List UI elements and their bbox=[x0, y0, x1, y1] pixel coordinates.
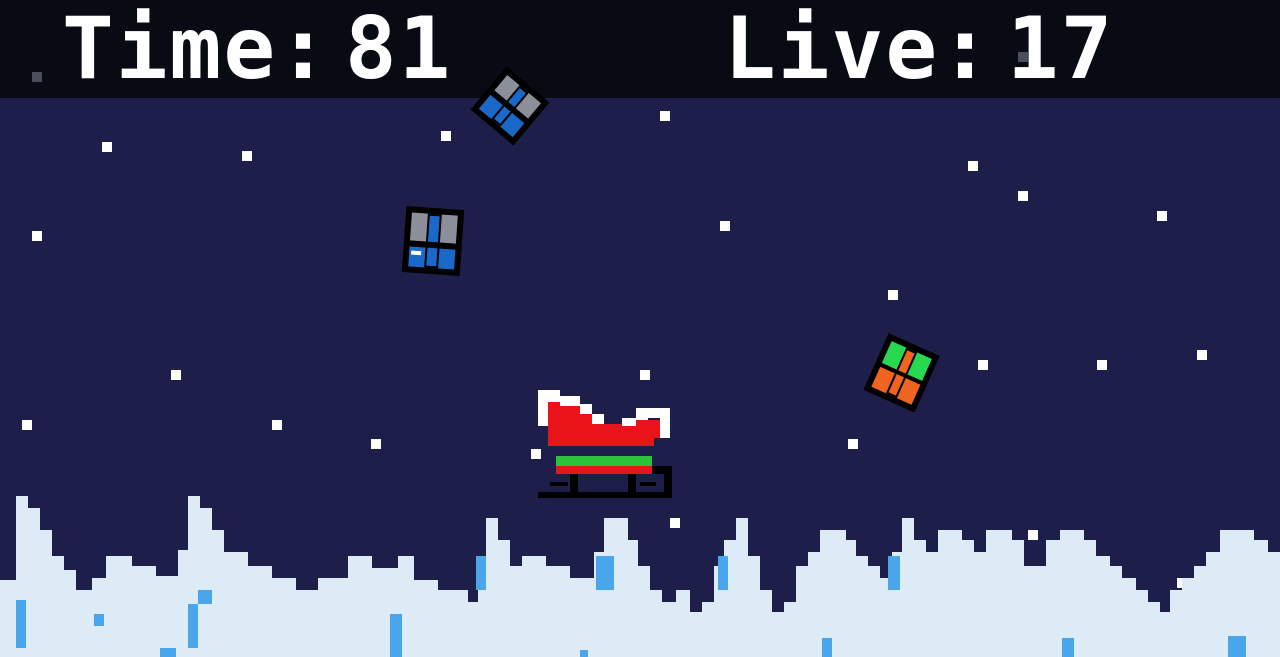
gift-icon[interactable] bbox=[862, 332, 942, 412]
snowy-ground bbox=[0, 496, 1280, 657]
gift-icon[interactable] bbox=[400, 204, 466, 278]
sleigh-stripe bbox=[556, 456, 652, 466]
game-canvas[interactable]: Time81 Live17 bbox=[0, 0, 1280, 657]
gift-icon[interactable] bbox=[470, 66, 550, 146]
sleigh-trim bbox=[538, 390, 560, 402]
santa-sleigh[interactable] bbox=[536, 390, 676, 506]
